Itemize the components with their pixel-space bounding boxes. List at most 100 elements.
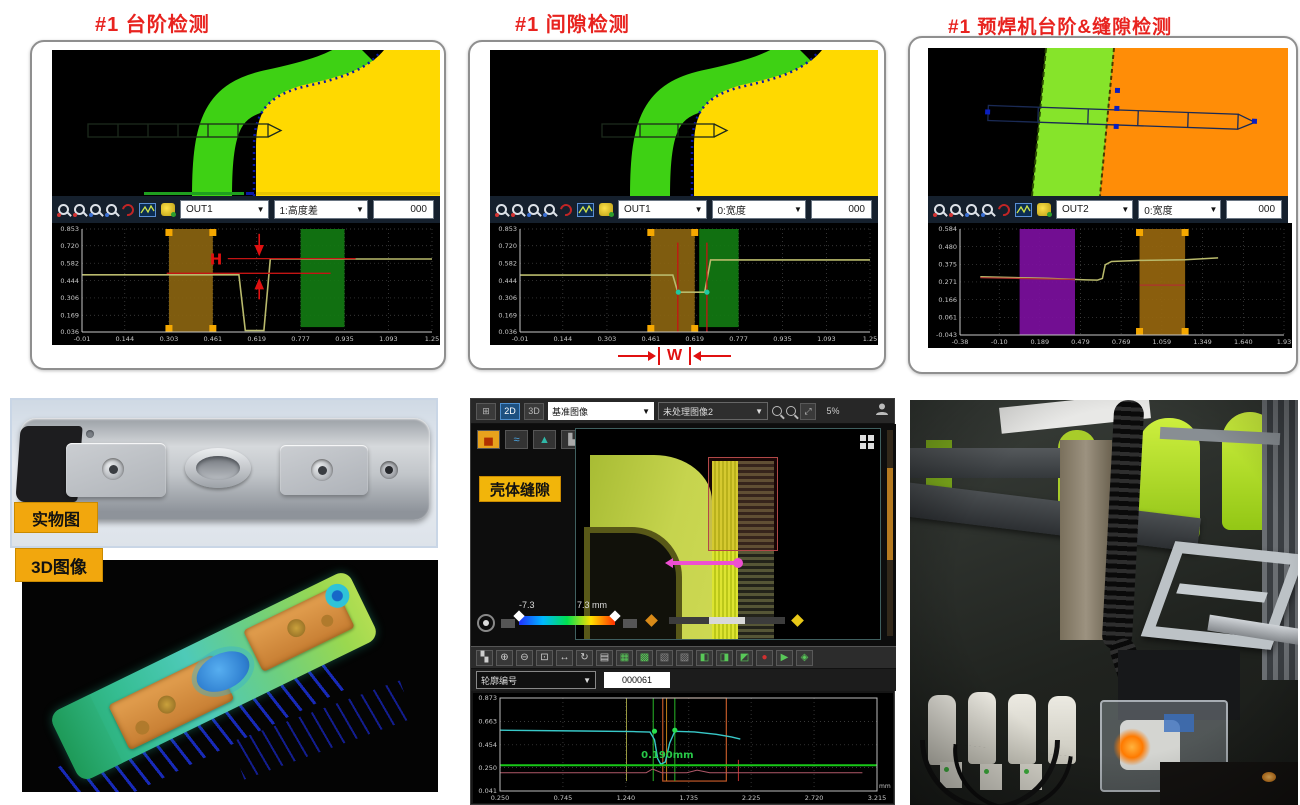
output-select[interactable]: OUT2▼ [1056,200,1133,219]
scrollbar-thumb[interactable] [709,617,745,624]
svg-text:0.479: 0.479 [1071,338,1090,346]
height-color-scale[interactable] [519,616,615,625]
profile-number-select[interactable]: 轮廓编号▼ [476,671,596,689]
zoom-in-icon[interactable] [772,406,782,416]
settings-tool-icon[interactable] [161,203,175,216]
refresh-icon[interactable] [558,201,575,218]
zoom-out-icon[interactable] [106,204,117,215]
zoom-region-icon[interactable]: ⊡ [536,650,553,666]
vent-hole-center [385,466,393,474]
output-select[interactable]: OUT1▼ [180,200,269,219]
measure-value-field[interactable]: 000 [373,200,434,219]
mode-select[interactable]: 0:宽度▼ [712,200,806,219]
export-icon[interactable]: ▶ [776,650,793,666]
zoom-out-icon[interactable] [982,204,993,215]
height-map-icon[interactable]: ▩ [636,650,653,666]
measure-value-field[interactable]: 000 [1226,200,1282,219]
refresh-icon[interactable] [120,201,137,218]
profile-row-icon[interactable]: ▤ [596,650,613,666]
scale-right-button[interactable] [623,619,637,628]
shell-gap-graph: 0.2500.7451.2401.7352.2252.7203.2150.873… [473,693,893,803]
profile-view-icon[interactable] [139,203,156,217]
svg-text:0.169: 0.169 [498,311,517,319]
roi-icon[interactable]: ◧ [696,650,713,666]
measure-value-field[interactable]: 000 [811,200,872,219]
select-tool-icon[interactable]: ▚ [476,650,493,666]
machine-box-content [1164,714,1194,732]
output-select[interactable]: OUT1▼ [618,200,707,219]
scrollbar-thumb[interactable] [887,468,893,560]
profile-number-field[interactable]: 000061 [604,672,670,688]
view-area[interactable] [575,428,881,640]
zoom-fit-icon[interactable] [58,204,69,215]
zoom-out-icon[interactable] [786,406,796,416]
heightmap-image [490,50,878,196]
zoom-in-icon[interactable] [528,204,539,215]
image-layer-select[interactable]: 未处理图像2▼ [658,402,768,420]
svg-text:0.303: 0.303 [598,335,617,343]
svg-text:0.853: 0.853 [60,225,79,233]
vertical-scrollbar[interactable] [887,430,893,636]
settings-tool-icon[interactable] [1037,203,1051,216]
zoom-100-icon[interactable] [950,204,961,215]
svg-text:0.582: 0.582 [60,259,79,267]
zoom-fit-icon[interactable]: ⤢ [800,403,816,420]
surface-graph-icon[interactable]: ▲ [533,430,556,449]
rotate-icon[interactable]: ↻ [576,650,593,666]
measure-toolbar: OUT1▼ 0:宽度▼ 000 [490,196,878,223]
preweld-detect-card: OUT2▼ 0:宽度▼ 000 -0.38-0.100.1890.4790.76… [908,36,1298,374]
height-image-icon[interactable]: ▅ [477,430,500,449]
svg-text:0.480: 0.480 [938,243,957,251]
zoom-fit-icon[interactable] [496,204,507,215]
profile-view-icon[interactable] [577,203,594,217]
zoom-fit-icon[interactable] [934,204,945,215]
histogram-icon[interactable]: ▦ [616,650,633,666]
zoom-percent: 5% [820,406,846,416]
profile-view-icon[interactable] [1015,203,1032,217]
settings-tool-icon[interactable] [599,203,613,216]
threed-screw [319,613,335,629]
grid-view-button[interactable]: ⊞ [476,403,496,420]
measure-arrow[interactable] [672,561,738,565]
zoom-out-icon[interactable]: ⊖ [516,650,533,666]
svg-text:1.640: 1.640 [1234,338,1253,346]
svg-text:0.584: 0.584 [938,225,957,233]
svg-text:0.873: 0.873 [478,694,497,702]
chevron-down-icon: ▼ [794,205,802,214]
svg-text:0.454: 0.454 [478,741,497,749]
zoom-out-icon[interactable] [544,204,555,215]
display-mode-icons: ▅≈▲▙ [477,430,584,449]
capture-icon[interactable]: ◈ [796,650,813,666]
roi-2-icon[interactable]: ◨ [716,650,733,666]
zoom-100-icon[interactable] [512,204,523,215]
scale-left-button[interactable] [501,619,515,628]
user-icon[interactable] [875,402,889,421]
mask-icon[interactable]: ▧ [656,650,673,666]
refresh-icon[interactable] [996,201,1013,218]
roi-3-icon[interactable]: ◩ [736,650,753,666]
svg-text:1.093: 1.093 [817,335,836,343]
image-source-select[interactable]: 基准图像▼ [548,402,654,420]
color-mode-button[interactable] [477,614,495,632]
mode-select[interactable]: 1:高度差▼ [274,200,368,219]
arrow-right-icon [648,351,656,361]
zoom-in-icon[interactable] [966,204,977,215]
profile-graph-icon[interactable]: ≈ [505,430,528,449]
mode-select[interactable]: 0:宽度▼ [1138,200,1221,219]
mask-2-icon[interactable]: ▨ [676,650,693,666]
zoom-100-icon[interactable] [74,204,85,215]
pan-icon[interactable]: ↔ [556,650,573,666]
svg-text:0.144: 0.144 [115,335,134,343]
view-2d-button[interactable]: 2D [500,403,520,420]
fullscreen-icon[interactable] [860,435,874,449]
heightmap-svg [52,50,440,196]
measure-toolbar: OUT1▼ 1:高度差▼ 000 [52,196,440,223]
horizontal-scrollbar[interactable] [669,617,785,624]
svg-text:2.720: 2.720 [805,794,824,802]
selection-rect[interactable] [708,457,778,551]
record-icon[interactable]: ● [756,650,773,666]
view-3d-button[interactable]: 3D [524,403,544,420]
zoom-in-icon[interactable]: ⊕ [496,650,513,666]
zoom-in-icon[interactable] [90,204,101,215]
svg-text:0.935: 0.935 [335,335,354,343]
